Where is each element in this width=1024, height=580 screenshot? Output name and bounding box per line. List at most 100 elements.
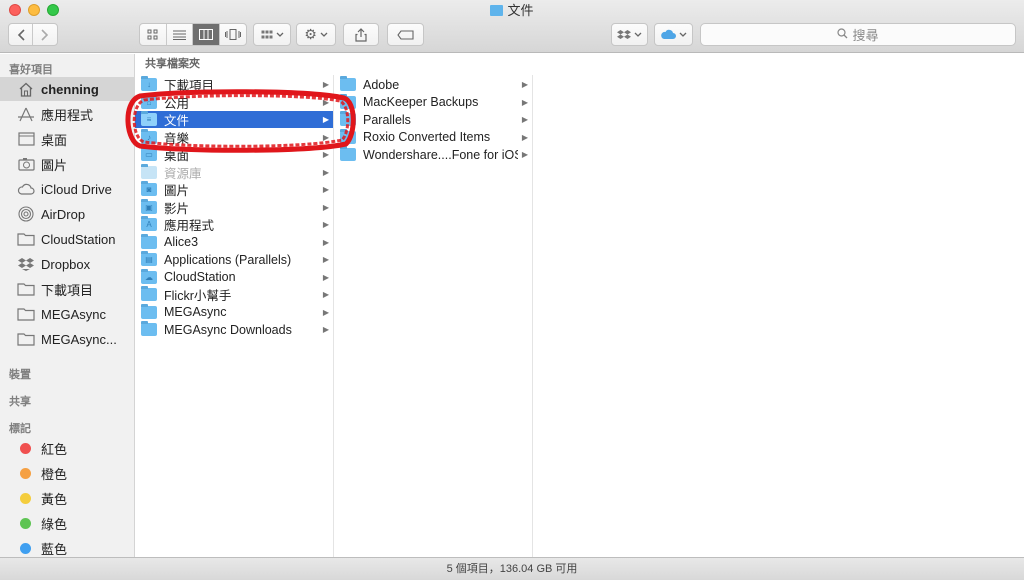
column-row-applications-parallels[interactable]: ▤ Applications (Parallels) ▶	[135, 251, 333, 268]
applications-icon	[17, 106, 35, 122]
column-empty	[534, 75, 1024, 557]
devices-header[interactable]: 裝置	[9, 366, 31, 382]
sidebar-item-megasync-downloads[interactable]: MEGAsync...	[0, 327, 134, 351]
column-row-megasync[interactable]: MEGAsync ▶	[135, 303, 333, 321]
row-label: Applications (Parallels)	[164, 252, 292, 267]
edit-tags-button[interactable]	[387, 23, 424, 46]
sidebar-item-label: 桌面	[41, 132, 68, 148]
sidebar-item-chenning[interactable]: chenning	[0, 77, 134, 101]
column-row-applications[interactable]: A 應用程式 ▶	[135, 216, 333, 233]
column-row-megasync-downloads[interactable]: MEGAsync Downloads ▶	[135, 321, 333, 338]
shared-header[interactable]: 共享	[9, 393, 31, 409]
sidebar-tag-green[interactable]: 綠色	[0, 511, 134, 535]
list-view-button[interactable]	[167, 24, 193, 45]
column-row-movies[interactable]: ▣ 影片 ▶	[135, 198, 333, 216]
camera-icon	[17, 156, 35, 172]
folder-icon	[17, 306, 35, 322]
back-button[interactable]	[9, 24, 34, 45]
icon-view-button[interactable]	[140, 24, 167, 45]
coverflow-icon	[224, 29, 241, 40]
desktop-icon	[17, 131, 35, 147]
disclosure-arrow-icon: ▶	[322, 132, 330, 142]
sidebar-item-label: 橙色	[41, 466, 68, 482]
dropbox-icon	[617, 29, 631, 39]
cloud-icon	[17, 181, 35, 197]
share-button[interactable]	[343, 23, 379, 46]
action-menu-button[interactable]: ⚙	[296, 23, 336, 46]
sidebar-tag-orange[interactable]: 橙色	[0, 461, 134, 485]
tag-color-dot	[20, 492, 31, 504]
row-label: Adobe	[363, 77, 400, 92]
disclosure-arrow-icon: ▶	[521, 150, 529, 159]
disclosure-arrow-icon: ▶	[521, 132, 529, 142]
disclosure-arrow-icon: ▶	[322, 185, 330, 194]
sidebar-item-dropbox[interactable]: Dropbox	[0, 252, 134, 276]
column-row-desktop[interactable]: ▭ 桌面 ▶	[135, 146, 333, 163]
row-label: 公用	[164, 96, 190, 111]
column-row-wondershare[interactable]: Wondershare....Fone for iOS ▶	[334, 146, 532, 163]
row-label: 下載項目	[164, 79, 215, 93]
navigation-buttons	[8, 23, 58, 46]
sidebar-item-label: iCloud Drive	[41, 181, 112, 197]
cloud-menu-button[interactable]	[654, 23, 693, 46]
status-bar: 5 個項目，136.04 GB 可用	[0, 557, 1024, 580]
sidebar-item-megasync[interactable]: MEGAsync	[0, 302, 134, 326]
row-label: Roxio Converted Items	[363, 130, 491, 144]
column-row-adobe[interactable]: Adobe ▶	[334, 76, 532, 93]
columns-icon	[198, 29, 213, 40]
arrange-menu-button[interactable]	[253, 23, 291, 46]
folder-icon	[340, 93, 356, 109]
row-label: 圖片	[164, 184, 190, 198]
column-row-library[interactable]: 資源庫 ▶	[135, 163, 333, 181]
sidebar-tag-yellow[interactable]: 黃色	[0, 486, 134, 510]
column-row-documents[interactable]: ≡ 文件 ▶	[135, 111, 333, 128]
folder-icon: ⌂	[141, 93, 157, 109]
column-view-button[interactable]	[193, 24, 220, 45]
disclosure-arrow-icon: ▶	[322, 290, 330, 299]
disclosure-arrow-icon: ▶	[322, 115, 330, 124]
search-field[interactable]: 搜尋	[700, 23, 1016, 46]
disclosure-arrow-icon: ▶	[322, 220, 330, 229]
sidebar-tag-red[interactable]: 紅色	[0, 436, 134, 460]
sidebar-tag-blue[interactable]: 藍色	[0, 536, 134, 557]
row-label: Alice3	[164, 235, 199, 249]
row-label: Wondershare....Fone for iOS	[363, 147, 518, 162]
column-row-flickr[interactable]: Flickr小幫手 ▶	[135, 286, 333, 303]
view-mode-control	[139, 23, 247, 46]
favorites-header: 喜好項目	[9, 64, 53, 76]
sidebar-item-icloud-drive[interactable]: iCloud Drive	[0, 177, 134, 201]
column-row-downloads[interactable]: ↓ 下載項目 ▶	[135, 76, 333, 93]
column-row-music[interactable]: ♪ 音樂 ▶	[135, 128, 333, 146]
disclosure-arrow-icon: ▶	[322, 167, 330, 177]
coverflow-view-button[interactable]	[220, 24, 246, 45]
column-row-pictures[interactable]: ◙ 圖片 ▶	[135, 181, 333, 198]
column-row-alice3[interactable]: Alice3 ▶	[135, 233, 333, 251]
row-label: MEGAsync Downloads	[164, 322, 292, 337]
tag-icon	[396, 29, 414, 40]
forward-button[interactable]	[33, 24, 57, 45]
tags-header[interactable]: 標記	[9, 420, 31, 436]
dropbox-icon	[17, 256, 35, 272]
column-row-cloudstation[interactable]: ☁ CloudStation ▶	[135, 268, 333, 286]
sidebar-item-pictures[interactable]: 圖片	[0, 152, 134, 176]
row-label: Flickr小幫手	[164, 289, 232, 303]
cloud-icon	[661, 29, 676, 39]
chevron-right-icon	[41, 28, 49, 41]
arrange-grid-icon	[261, 30, 272, 38]
sidebar-item-label: MEGAsync...	[41, 331, 117, 347]
dropbox-menu-button[interactable]	[611, 23, 648, 46]
sidebar-item-airdrop[interactable]: AirDrop	[0, 202, 134, 226]
disclosure-arrow-icon: ▶	[521, 80, 529, 89]
sidebar-item-label: Dropbox	[41, 256, 91, 272]
sidebar-item-downloads[interactable]: 下載項目	[0, 277, 134, 301]
sidebar-item-desktop[interactable]: 桌面	[0, 127, 134, 151]
column-row-parallels[interactable]: Parallels ▶	[334, 111, 532, 128]
sidebar-item-label: 綠色	[41, 516, 68, 532]
column-row-public[interactable]: ⌂ 公用 ▶	[135, 93, 333, 111]
folder-icon	[17, 281, 35, 297]
sidebar-item-cloudstation[interactable]: CloudStation	[0, 227, 134, 251]
sidebar-item-label: 下載項目	[41, 282, 94, 298]
column-row-mackeeper-backups[interactable]: MacKeeper Backups ▶	[334, 93, 532, 111]
column-row-roxio[interactable]: Roxio Converted Items ▶	[334, 128, 532, 146]
sidebar-item-applications[interactable]: 應用程式	[0, 102, 134, 126]
